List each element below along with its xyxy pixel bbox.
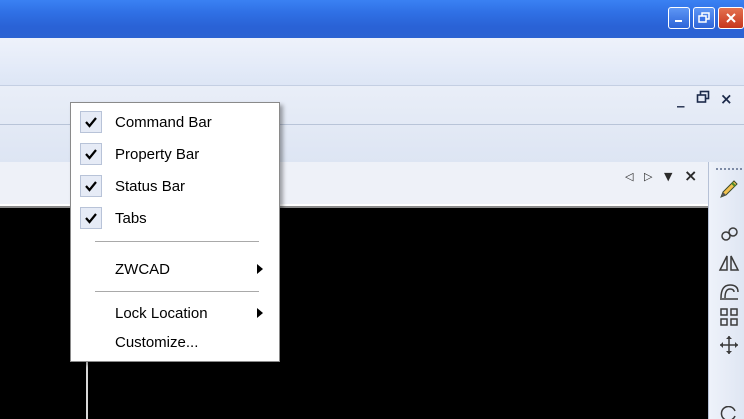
toolbar-grip[interactable]	[716, 168, 742, 170]
menu-item-property-bar[interactable]: Property Bar	[71, 139, 279, 169]
window-restore-button[interactable]	[693, 7, 715, 29]
document-restore-button[interactable]	[696, 90, 710, 110]
menu-item-status-bar[interactable]: Status Bar	[71, 171, 279, 201]
pencil-icon[interactable]	[716, 176, 742, 202]
checkmark-icon	[80, 143, 102, 165]
checkmark-icon	[80, 175, 102, 197]
panel-prev-button[interactable]: ◁	[625, 170, 633, 183]
close-icon	[725, 12, 737, 24]
panel-close-button[interactable]: ×	[684, 166, 697, 185]
menu-item-command-bar[interactable]: Command Bar	[71, 107, 279, 137]
menu-item-label: ZWCAD	[115, 261, 170, 278]
document-close-button[interactable]: ×	[720, 90, 733, 110]
restore-icon	[696, 90, 710, 103]
menu-item-lock-location[interactable]: Lock Location	[71, 298, 279, 328]
mirror-icon[interactable]	[716, 250, 742, 276]
checkmark-icon	[80, 111, 102, 133]
menu-item-label: Customize...	[115, 334, 199, 351]
offset-icon[interactable]	[716, 278, 742, 304]
menu-item-tabs[interactable]: Tabs	[71, 203, 279, 233]
menu-bar	[0, 38, 744, 86]
restore-icon	[698, 12, 710, 24]
menu-item-label: Status Bar	[115, 178, 186, 195]
toolbar-context-menu: Command Bar Property Bar Status Bar Tabs…	[70, 102, 280, 362]
menu-item-label: Tabs	[115, 210, 147, 227]
move-icon[interactable]	[716, 332, 742, 358]
checkmark-icon	[80, 207, 102, 229]
array-icon[interactable]	[716, 304, 742, 330]
panel-menu-button[interactable]: ▼	[664, 170, 672, 183]
menu-item-customize[interactable]: Customize...	[71, 327, 279, 357]
panel-next-button[interactable]: ▷	[644, 170, 652, 183]
menu-item-label: Command Bar	[115, 114, 212, 131]
menu-separator	[95, 291, 259, 292]
copy-icon[interactable]	[716, 222, 742, 248]
submenu-arrow-icon	[257, 308, 263, 318]
window-title-bar	[0, 0, 744, 38]
window-close-button[interactable]	[718, 7, 744, 29]
menu-item-label: Lock Location	[115, 305, 208, 322]
menu-item-zwcad[interactable]: ZWCAD	[71, 254, 279, 284]
menu-separator	[95, 241, 259, 242]
window-minimize-button[interactable]	[668, 7, 690, 29]
menu-item-label: Property Bar	[115, 146, 200, 163]
submenu-arrow-icon	[257, 264, 263, 274]
rotate-icon[interactable]	[716, 406, 742, 419]
minimize-icon	[673, 12, 685, 24]
document-minimize-button[interactable]: _	[677, 90, 685, 110]
